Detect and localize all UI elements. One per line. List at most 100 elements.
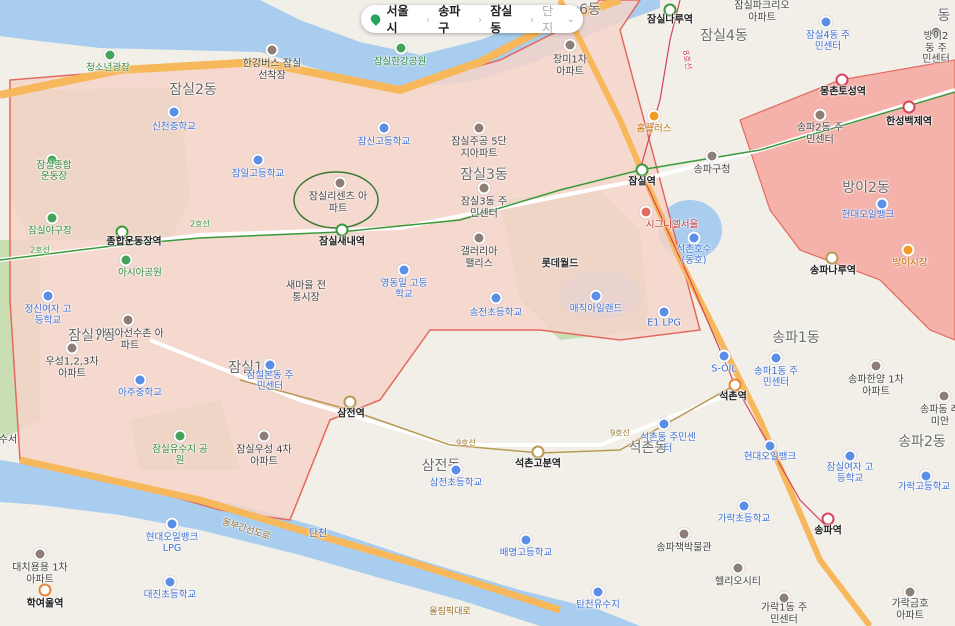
station-label-jamsilsaenae[interactable]: 잠실새내역	[319, 236, 365, 248]
poi-label-asiaathlete[interactable]: 아시아선수촌 아파트	[95, 329, 165, 352]
station-label-seokchon[interactable]: 석촌역	[719, 391, 747, 403]
pin-hellocity[interactable]	[731, 561, 745, 575]
poi-label-songpaward[interactable]: 송파구청	[694, 164, 731, 176]
poi-label-samjeonelem[interactable]: 삼전초등학교	[430, 478, 482, 490]
breadcrumb-neighborhood[interactable]: 잠실동	[482, 4, 530, 35]
station-marker-seokchongobun[interactable]	[531, 445, 545, 459]
poi-label-jamsilgo[interactable]: 잠신고등학교	[358, 137, 410, 149]
poi-label-seokchonelem[interactable]: 석촌동 주민센터	[638, 432, 698, 455]
pin-asiaathlete[interactable]	[121, 313, 135, 327]
poi-label-e1lpg[interactable]: E1 LPG	[647, 318, 680, 330]
poi-label-jamsilhangang[interactable]: 잠실한강공원	[374, 57, 426, 69]
poi-label-hellocity[interactable]: 헬리오시티	[715, 576, 761, 588]
pin-baseball[interactable]	[45, 211, 59, 225]
poi-label-jamsilyusu[interactable]: 잠실유수지 공원	[150, 444, 210, 467]
station-label-seokchongobun[interactable]: 석촌고분역	[515, 458, 561, 470]
poi-label-saemaeul[interactable]: 새마을 전통시장	[282, 281, 330, 304]
poi-label-songjeon[interactable]: 송전초등학교	[470, 308, 522, 320]
poi-label-lotteworld[interactable]: 롯데월드	[542, 258, 579, 270]
poi-label-garakgeumho[interactable]: 가락금호 아파트	[886, 599, 934, 622]
poi-label-ajoong[interactable]: 아주중학교	[118, 388, 162, 400]
station-marker-samjeon[interactable]	[343, 395, 357, 409]
station-label-songpanaru[interactable]: 송파나루역	[810, 265, 856, 277]
poi-label-hyundaioilbanklpg[interactable]: 현대오일뱅크 LPG	[137, 532, 207, 555]
pin-garakelem[interactable]	[737, 499, 751, 513]
poi-label-jamsil4center[interactable]: 잠실4동 주민센터	[804, 30, 852, 53]
pin-cinema[interactable]	[639, 205, 653, 219]
poi-label-hyundaioilbank1[interactable]: 현대오일뱅크	[842, 210, 894, 222]
poi-label-seokchonlake[interactable]: 석촌호수 (동호)	[674, 244, 714, 267]
poi-label-magicisland[interactable]: 매직아일랜드	[570, 304, 622, 316]
pin-jeongsin[interactable]	[41, 289, 55, 303]
station-marker-seokchon[interactable]	[728, 378, 742, 392]
pin-bangimarket[interactable]	[901, 243, 915, 257]
pin-yeongdongil[interactable]	[397, 263, 411, 277]
pin-jamsilyusu[interactable]	[173, 429, 187, 443]
pin-seokchonelem[interactable]	[657, 417, 671, 431]
pin-ricense[interactable]	[333, 176, 347, 190]
pin-soil[interactable]	[717, 349, 731, 363]
station-label-hakyeoul[interactable]: 학여울역	[27, 598, 64, 610]
pin-daejinelem[interactable]	[163, 575, 177, 589]
pin-garakgeumho[interactable]	[903, 585, 917, 599]
poi-label-bangi2center[interactable]: 방이2동 주민센터	[921, 31, 951, 66]
poi-label-hyundaioilbank2[interactable]: 현대오일뱅크	[744, 452, 796, 464]
pin-youth[interactable]	[103, 48, 117, 62]
pin-songparemian[interactable]	[937, 389, 951, 403]
poi-label-daejinelem[interactable]: 대진초등학교	[144, 590, 196, 602]
poi-label-jamsil1center[interactable]: 잠실본동 주민센터	[245, 370, 295, 393]
pin-woosung4[interactable]	[257, 429, 271, 443]
region-breadcrumb[interactable]: 서울시 › 송파구 › 잠실동 › 단지 ⌄	[361, 4, 583, 35]
poi-label-tancheonyusu[interactable]: 탄천유수지	[576, 600, 620, 612]
poi-label-soil[interactable]: S-OIL	[711, 364, 736, 376]
pin-songjeon[interactable]	[489, 291, 503, 305]
station-label-jamsilnaru[interactable]: 잠실나루역	[647, 14, 693, 26]
station-marker-songpanaru[interactable]	[825, 251, 839, 265]
pin-jamsilgirls[interactable]	[843, 449, 857, 463]
station-label-jamsil[interactable]: 잠실역	[628, 176, 656, 188]
map-canvas[interactable]: 잠실2동 잠실3동 잠실4동 6동 잠실7동 잠실1동 삼전동 석촌동 송파1동…	[0, 0, 955, 626]
pin-jangmi[interactable]	[563, 38, 577, 52]
poi-label-woosung4[interactable]: 잠실우성 4차아파트	[234, 445, 294, 468]
pin-tancheonyusu[interactable]	[591, 585, 605, 599]
poi-label-songpa1center[interactable]: 송파1동 주민센터	[752, 366, 800, 389]
poi-label-jamsilhigh[interactable]: 잠일고등학교	[232, 169, 284, 181]
pin-galleria[interactable]	[472, 231, 486, 245]
poi-label-jamsil3center[interactable]: 잠실3동 주민센터	[460, 197, 508, 220]
poi-label-ricense[interactable]: 잠실리센츠 아파트	[308, 192, 368, 215]
pin-jamsil4center[interactable]	[819, 15, 833, 29]
poi-label-daechiyongung[interactable]: 대치용용 1차아파트	[12, 563, 68, 586]
poi-label-jugong5[interactable]: 잠실주공 5단지아파트	[449, 137, 509, 160]
breadcrumb-level-select[interactable]: 단지 ⌄	[534, 4, 583, 35]
poi-label-songpa2center[interactable]: 송파2동 주민센터	[796, 123, 844, 146]
poi-label-baemyeong[interactable]: 배명고등학교	[500, 548, 552, 560]
pin-sincheon[interactable]	[167, 105, 181, 119]
station-marker-mongchon[interactable]	[835, 73, 849, 87]
pin-jamsilhangang[interactable]	[394, 41, 408, 55]
poi-label-sincheon[interactable]: 신천중학교	[152, 122, 196, 134]
poi-label-garakhigh[interactable]: 가락고등학교	[898, 482, 950, 494]
pin-asiapark[interactable]	[119, 253, 133, 267]
pin-songpa2center[interactable]	[813, 108, 827, 122]
pin-ajoong[interactable]	[133, 373, 147, 387]
poi-label-hangangbus[interactable]: 한강버스 잠실 선착장	[242, 59, 302, 82]
pin-jamsilhigh[interactable]	[251, 153, 265, 167]
poi-label-garakelem[interactable]: 가락초등학교	[718, 514, 770, 526]
poi-label-jamsilparkrio[interactable]: 잠실파크리오 아파트	[732, 1, 792, 24]
pin-bookmuseum[interactable]	[677, 527, 691, 541]
pin-jamsilgo[interactable]	[377, 121, 391, 135]
poi-label-songparemian[interactable]: 송파동 래미안	[920, 405, 955, 428]
breadcrumb-city[interactable]: 서울시	[361, 4, 426, 35]
pin-songpa1center[interactable]	[769, 351, 783, 365]
pin-hyundaioilbanklpg[interactable]	[165, 517, 179, 531]
station-marker-jamsilsaenae[interactable]	[335, 223, 349, 237]
poi-label-cinema[interactable]: 시그니엘서울	[646, 220, 698, 232]
poi-label-asiapark[interactable]: 아시아공원	[118, 268, 162, 280]
poi-label-hanyang[interactable]: 송파한양 1차아파트	[848, 375, 904, 398]
pin-jamsil3center[interactable]	[477, 181, 491, 195]
pin-hanyang[interactable]	[869, 359, 883, 373]
pin-magicisland[interactable]	[589, 289, 603, 303]
poi-label-garak1center[interactable]: 가락1동 주민센터	[760, 603, 808, 626]
pin-daechiyongung[interactable]	[33, 547, 47, 561]
poi-label-jangmi[interactable]: 장미1차 아파트	[550, 55, 590, 78]
